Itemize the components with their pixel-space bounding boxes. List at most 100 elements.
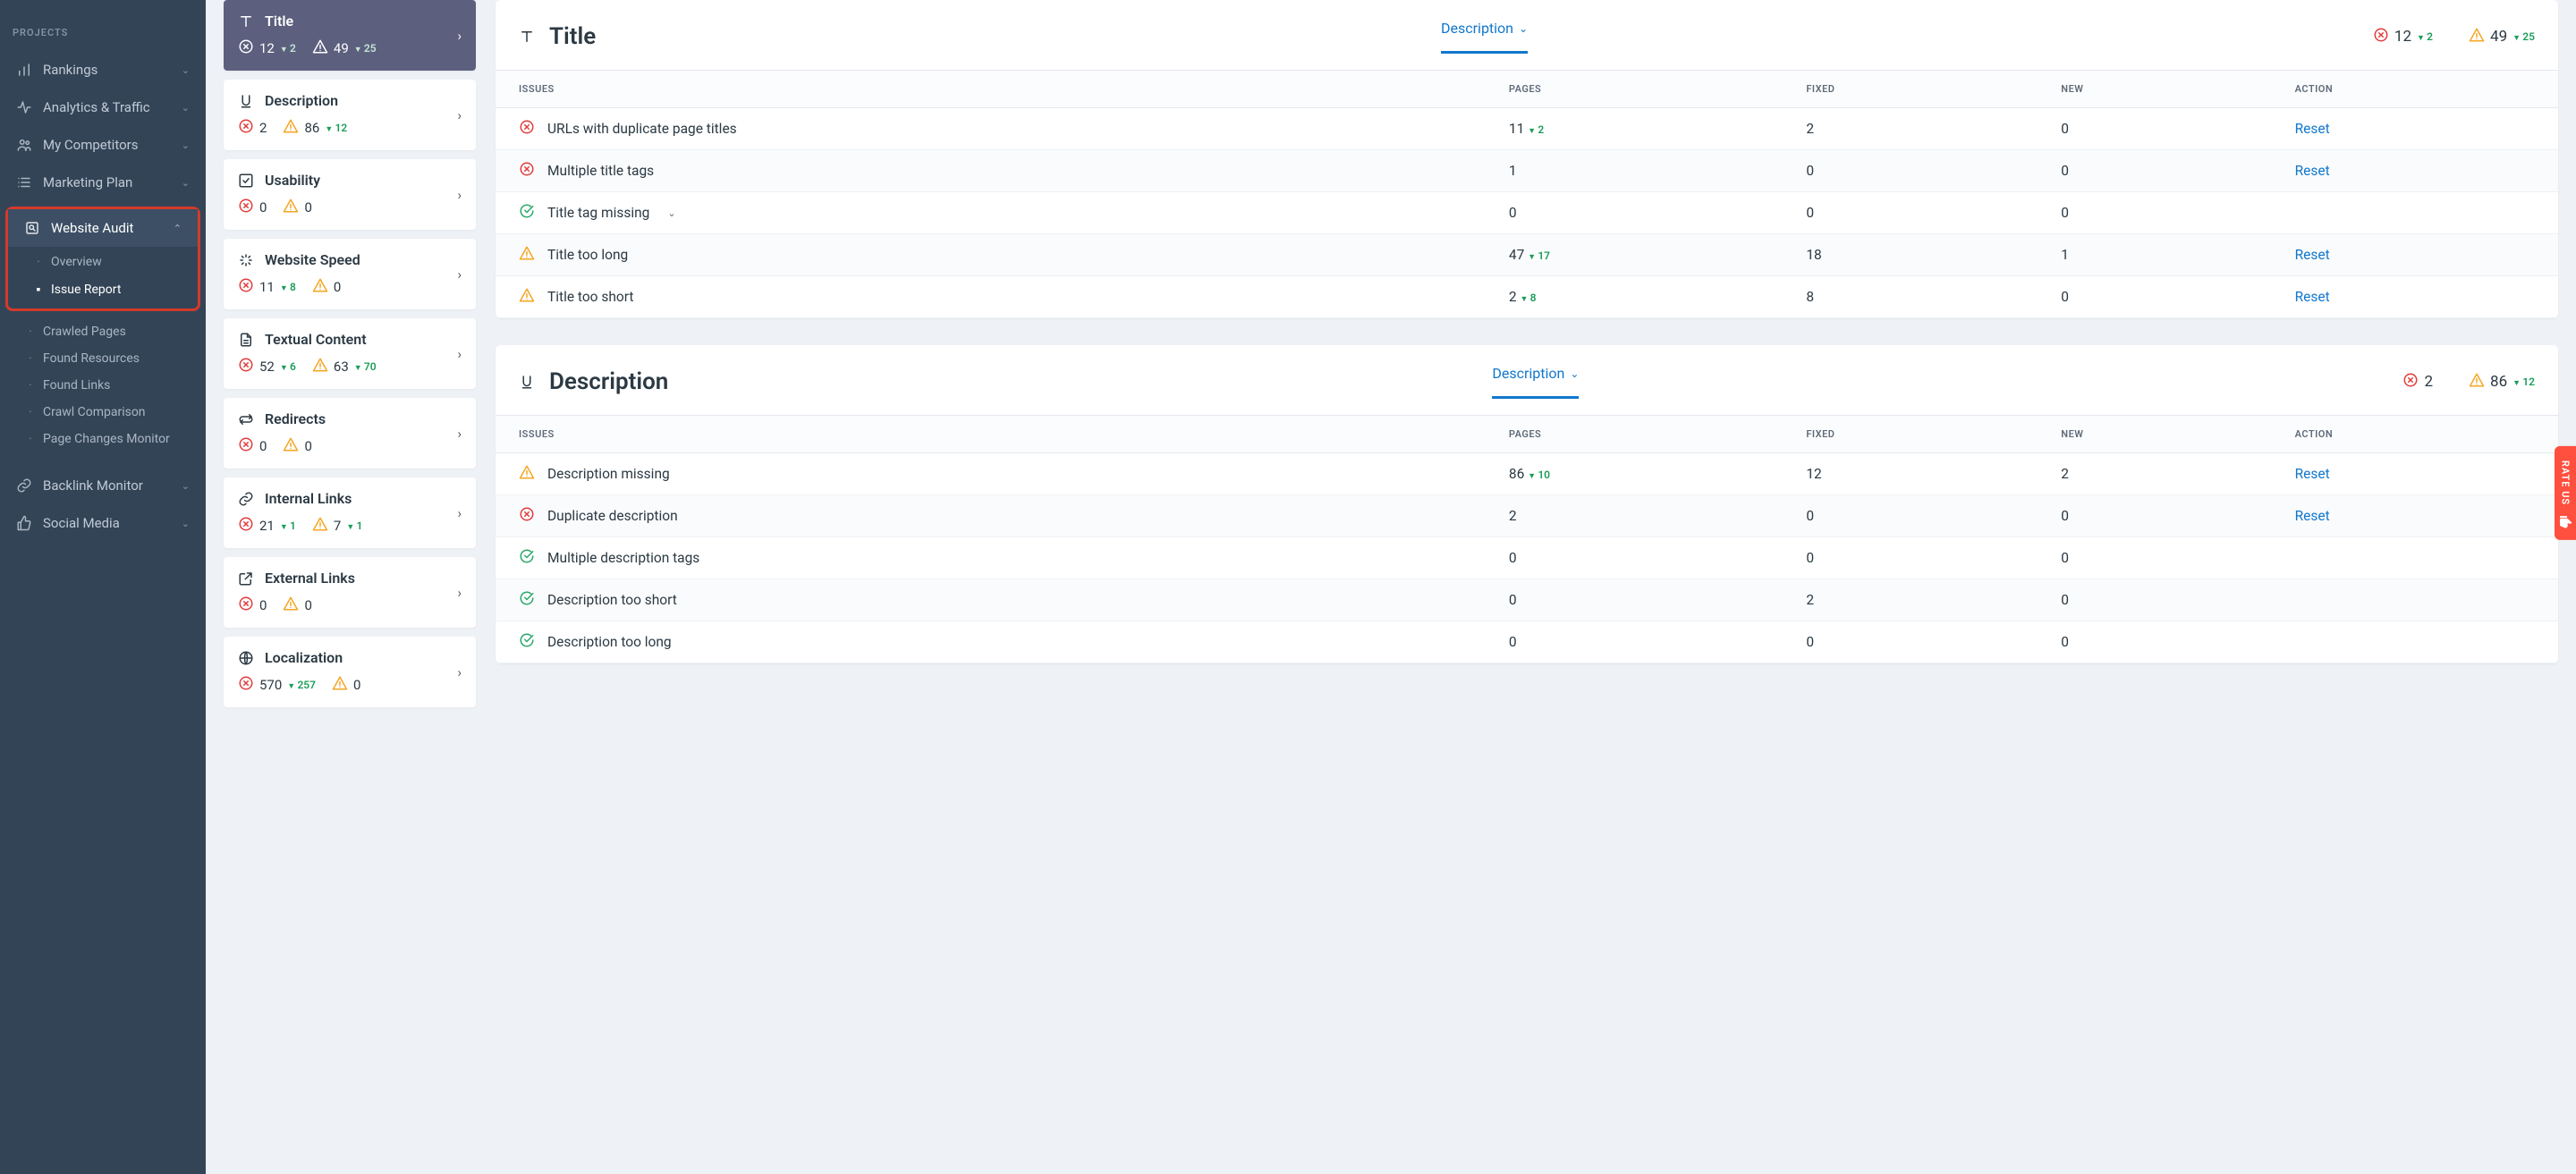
subnav-crawl-comparison[interactable]: ·Crawl Comparison	[0, 399, 206, 426]
category-title: Textual Content	[265, 331, 367, 348]
chevron-down-icon: ⌄	[182, 64, 190, 76]
category-card-text[interactable]: Textual Content52 663 70›	[224, 318, 476, 389]
nav-rankings[interactable]: Rankings ⌄	[0, 51, 206, 89]
warning-icon	[312, 516, 328, 536]
nav-social-media[interactable]: Social Media ⌄	[0, 504, 206, 542]
issue-name: Description missing	[547, 466, 670, 482]
table-row[interactable]: Title too long47 17181Reset	[496, 234, 2558, 276]
cell-fixed: 2	[1783, 579, 2038, 621]
table-row[interactable]: Title tag missing⌄000	[496, 192, 2558, 234]
reset-link[interactable]: Reset	[2295, 508, 2330, 524]
category-card-usability[interactable]: Usability00›	[224, 159, 476, 230]
rate-us-label: RATE US	[2560, 460, 2572, 505]
tab-description[interactable]: Description ⌄	[1441, 20, 1528, 54]
subnav-found-resources[interactable]: ·Found Resources	[0, 345, 206, 372]
table-row[interactable]: Multiple description tags000	[496, 537, 2558, 579]
cell-pages: 0	[1486, 192, 1783, 234]
people-icon	[16, 137, 32, 153]
issue-name: Multiple title tags	[547, 163, 654, 179]
warning-count: 0	[334, 279, 341, 295]
subnav-crawled-pages[interactable]: ·Crawled Pages	[0, 318, 206, 345]
U-icon	[519, 374, 535, 390]
table-row[interactable]: Duplicate description200Reset	[496, 495, 2558, 537]
subnav-issue-report[interactable]: ▪Issue Report	[8, 275, 198, 303]
col-action: ACTION	[2272, 71, 2558, 108]
cell-new: 0	[2038, 537, 2271, 579]
subnav-overview[interactable]: ·Overview	[8, 249, 198, 275]
warning-icon	[312, 357, 328, 376]
subnav-page-changes-monitor[interactable]: ·Page Changes Monitor	[0, 426, 206, 452]
warning-count: 7	[334, 518, 341, 534]
tab-description[interactable]: Description ⌄	[1492, 365, 1579, 399]
warning-icon	[519, 464, 535, 484]
issues-table: ISSUESPAGESFIXEDNEWACTIONURLs with dupli…	[496, 71, 2558, 318]
chevron-down-icon: ⌄	[182, 480, 190, 492]
stat-warning: 49	[2490, 28, 2507, 46]
cell-fixed: 0	[1783, 621, 2038, 663]
reset-link[interactable]: Reset	[2295, 289, 2330, 305]
nav-website-audit[interactable]: Website Audit ⌃	[8, 209, 198, 247]
nav-competitors[interactable]: My Competitors ⌄	[0, 126, 206, 164]
cell-fixed: 0	[1783, 495, 2038, 537]
ext-icon	[238, 570, 254, 587]
cell-new: 0	[2038, 276, 2271, 318]
table-row[interactable]: Description too long000	[496, 621, 2558, 663]
error-delta: 257	[287, 679, 316, 691]
reset-link[interactable]: Reset	[2295, 163, 2330, 179]
cell-pages: 86 10	[1486, 453, 1783, 495]
category-card-title[interactable]: Title12 249 25›	[224, 0, 476, 71]
pages-delta: 10	[1528, 469, 1550, 481]
warning-icon	[519, 245, 535, 265]
pages-delta: 8	[1520, 291, 1536, 304]
warning-delta: 12	[325, 122, 347, 134]
chevron-right-icon: ›	[457, 187, 462, 203]
subnav-label: Found Links	[43, 378, 110, 393]
table-row[interactable]: Title too short2 880Reset	[496, 276, 2558, 318]
category-card-ilinks[interactable]: Internal Links21 17 1›	[224, 477, 476, 548]
warning-icon	[283, 595, 299, 615]
category-card-redirects[interactable]: Redirects00›	[224, 398, 476, 469]
reset-link[interactable]: Reset	[2295, 247, 2330, 263]
reset-link[interactable]: Reset	[2295, 466, 2330, 482]
table-row[interactable]: Multiple title tags100Reset	[496, 150, 2558, 192]
error-icon	[519, 119, 535, 139]
error-count: 2	[259, 120, 267, 136]
warning-icon	[312, 277, 328, 297]
category-card-local[interactable]: Localization570 2570›	[224, 637, 476, 707]
category-card-elinks[interactable]: External Links00›	[224, 557, 476, 628]
T-icon	[519, 29, 535, 45]
table-row[interactable]: Description too short020	[496, 579, 2558, 621]
pages-delta: 17	[1528, 249, 1550, 262]
category-title: External Links	[265, 570, 355, 587]
list-icon	[16, 174, 32, 190]
link-icon	[16, 477, 32, 494]
section-title-text: Description	[549, 368, 668, 395]
category-list: Title12 249 25› Description286 12› Usabili…	[206, 0, 487, 1174]
error-count: 21	[259, 518, 275, 534]
nav-analytics[interactable]: Analytics & Traffic ⌄	[0, 89, 206, 126]
error-icon	[238, 198, 254, 217]
nav-backlink-monitor[interactable]: Backlink Monitor ⌄	[0, 467, 206, 504]
cell-fixed: 8	[1783, 276, 2038, 318]
category-card-description[interactable]: Description286 12›	[224, 80, 476, 150]
chevron-down-icon[interactable]: ⌄	[667, 207, 675, 219]
error-count: 12	[259, 40, 275, 56]
warning-delta: 25	[354, 42, 377, 55]
subnav-label: Found Resources	[43, 351, 140, 366]
nav-label: Marketing Plan	[43, 174, 132, 190]
category-title: Internal Links	[265, 490, 352, 507]
table-row[interactable]: URLs with duplicate page titles11 220Res…	[496, 108, 2558, 150]
nav-marketing-plan[interactable]: Marketing Plan ⌄	[0, 164, 206, 201]
audit-subnav-rest: ·Crawled Pages ·Found Resources ·Found L…	[0, 317, 206, 454]
issue-name: Title tag missing	[547, 205, 649, 221]
cell-pages: 1	[1486, 150, 1783, 192]
warning-icon	[332, 675, 348, 695]
rate-us-tab[interactable]: RATE US	[2555, 446, 2576, 539]
table-row[interactable]: Description missing86 10122Reset	[496, 453, 2558, 495]
issue-name: Duplicate description	[547, 508, 678, 524]
reset-link[interactable]: Reset	[2295, 121, 2330, 137]
subnav-found-links[interactable]: ·Found Links	[0, 372, 206, 399]
nav-label: Social Media	[43, 515, 120, 531]
category-card-speed[interactable]: Website Speed11 80›	[224, 239, 476, 309]
category-title: Localization	[265, 649, 343, 666]
